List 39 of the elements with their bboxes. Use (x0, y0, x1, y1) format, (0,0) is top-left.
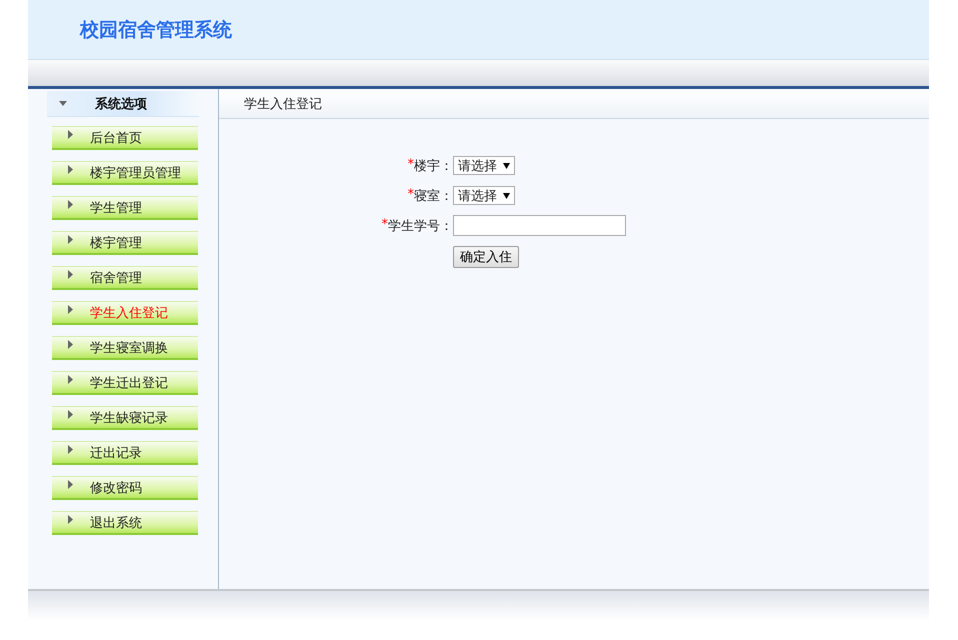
required-mark: * (382, 216, 388, 234)
dropdown-arrow-icon (503, 162, 510, 168)
submit-button[interactable]: 确定入住 (453, 246, 519, 268)
dropdown-arrow-icon (503, 192, 510, 198)
menu-item[interactable]: 楼宇管理 (52, 231, 198, 255)
select-dropdown[interactable]: 请选择 (453, 156, 515, 175)
field-label: 寝室： (414, 188, 453, 204)
menu-item[interactable]: 退出系统 (52, 511, 198, 535)
triangle-icon (68, 200, 73, 209)
triangle-icon (68, 305, 73, 314)
required-mark: * (408, 156, 414, 174)
required-mark: * (408, 186, 414, 204)
menu-item[interactable]: 迁出记录 (52, 441, 198, 465)
select-dropdown[interactable]: 请选择 (453, 186, 515, 205)
menu-item[interactable]: 学生迁出登记 (52, 371, 198, 395)
field-label: 楼宇： (414, 158, 453, 174)
triangle-icon (68, 130, 73, 139)
panel-title: 学生入住登记 (244, 96, 322, 112)
triangle-icon (68, 515, 73, 524)
menu-item[interactable]: 后台首页 (52, 126, 198, 150)
triangle-icon (68, 375, 73, 384)
sidebar-title: 系统选项 (95, 96, 147, 112)
triangle-icon (68, 445, 73, 454)
app-title: 校园宿舍管理系统 (80, 18, 232, 42)
triangle-icon (68, 235, 73, 244)
menu-item[interactable]: 学生管理 (52, 196, 198, 220)
menu-item[interactable]: 学生缺寝记录 (52, 406, 198, 430)
menu-item[interactable]: 宿舍管理 (52, 266, 198, 290)
caret-icon (59, 101, 67, 106)
triangle-icon (68, 165, 73, 174)
triangle-icon (68, 410, 73, 419)
menu-item[interactable]: 修改密码 (52, 476, 198, 500)
triangle-icon (68, 270, 73, 279)
field-label: 学生学号： (388, 218, 453, 234)
triangle-icon (68, 340, 73, 349)
menu-item[interactable]: 学生寝室调换 (52, 336, 198, 360)
student-id-field[interactable] (453, 215, 626, 236)
menu-item[interactable]: 楼宇管理员管理 (52, 161, 198, 185)
triangle-icon (68, 480, 73, 489)
